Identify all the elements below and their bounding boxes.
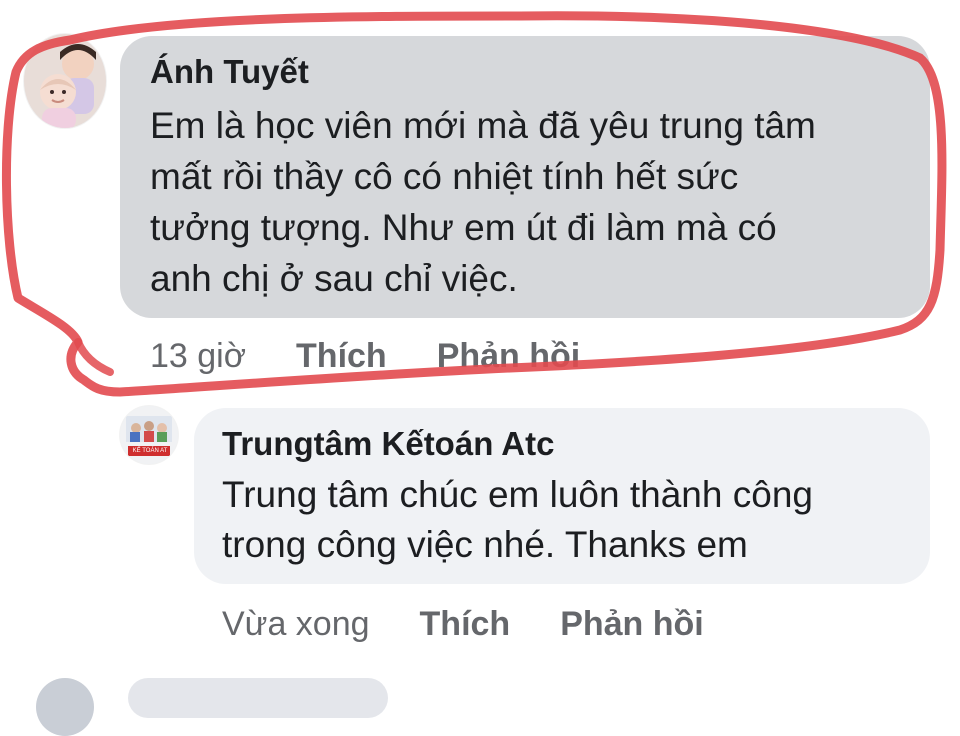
avatar-photo-icon: [120, 406, 178, 464]
like-button[interactable]: Thích: [420, 604, 511, 644]
next-comment-avatar: [36, 678, 94, 736]
comment-actions-trungtam-ketoan: Vừa xong Thích Phản hồi: [222, 604, 704, 644]
avatar-trungtam-ketoan[interactable]: KẾ TOÁN AT: [120, 406, 178, 464]
comment-author-name[interactable]: Ánh Tuyết: [150, 52, 900, 92]
reply-button[interactable]: Phản hồi: [437, 336, 581, 376]
avatar-photo-icon: [24, 34, 106, 128]
like-button[interactable]: Thích: [296, 336, 387, 376]
comment-time: 13 giờ: [150, 337, 247, 375]
comment-author-name[interactable]: Trungtâm Kếtoán Atc: [222, 424, 902, 464]
comment-actions-anh-tuyet: 13 giờ Thích Phản hồi: [150, 336, 580, 376]
comment-text: Trung tâm chúc em luôn thành công trong …: [222, 474, 813, 565]
comment-bubble-anh-tuyet: Ánh Tuyết Em là học viên mới mà đã yêu t…: [120, 36, 930, 318]
avatar-anh-tuyet[interactable]: [24, 34, 106, 128]
previous-comment-fragment: [150, 0, 270, 4]
next-comment-bubble: [128, 678, 388, 718]
comment-time: Vừa xong: [222, 605, 370, 643]
comment-text: Em là học viên mới mà đã yêu trung tâm m…: [150, 105, 816, 299]
comment-bubble-trungtam-ketoan: Trungtâm Kếtoán Atc Trung tâm chúc em lu…: [194, 408, 930, 584]
reply-button[interactable]: Phản hồi: [560, 604, 704, 644]
avatar-caption: KẾ TOÁN AT: [132, 448, 168, 454]
